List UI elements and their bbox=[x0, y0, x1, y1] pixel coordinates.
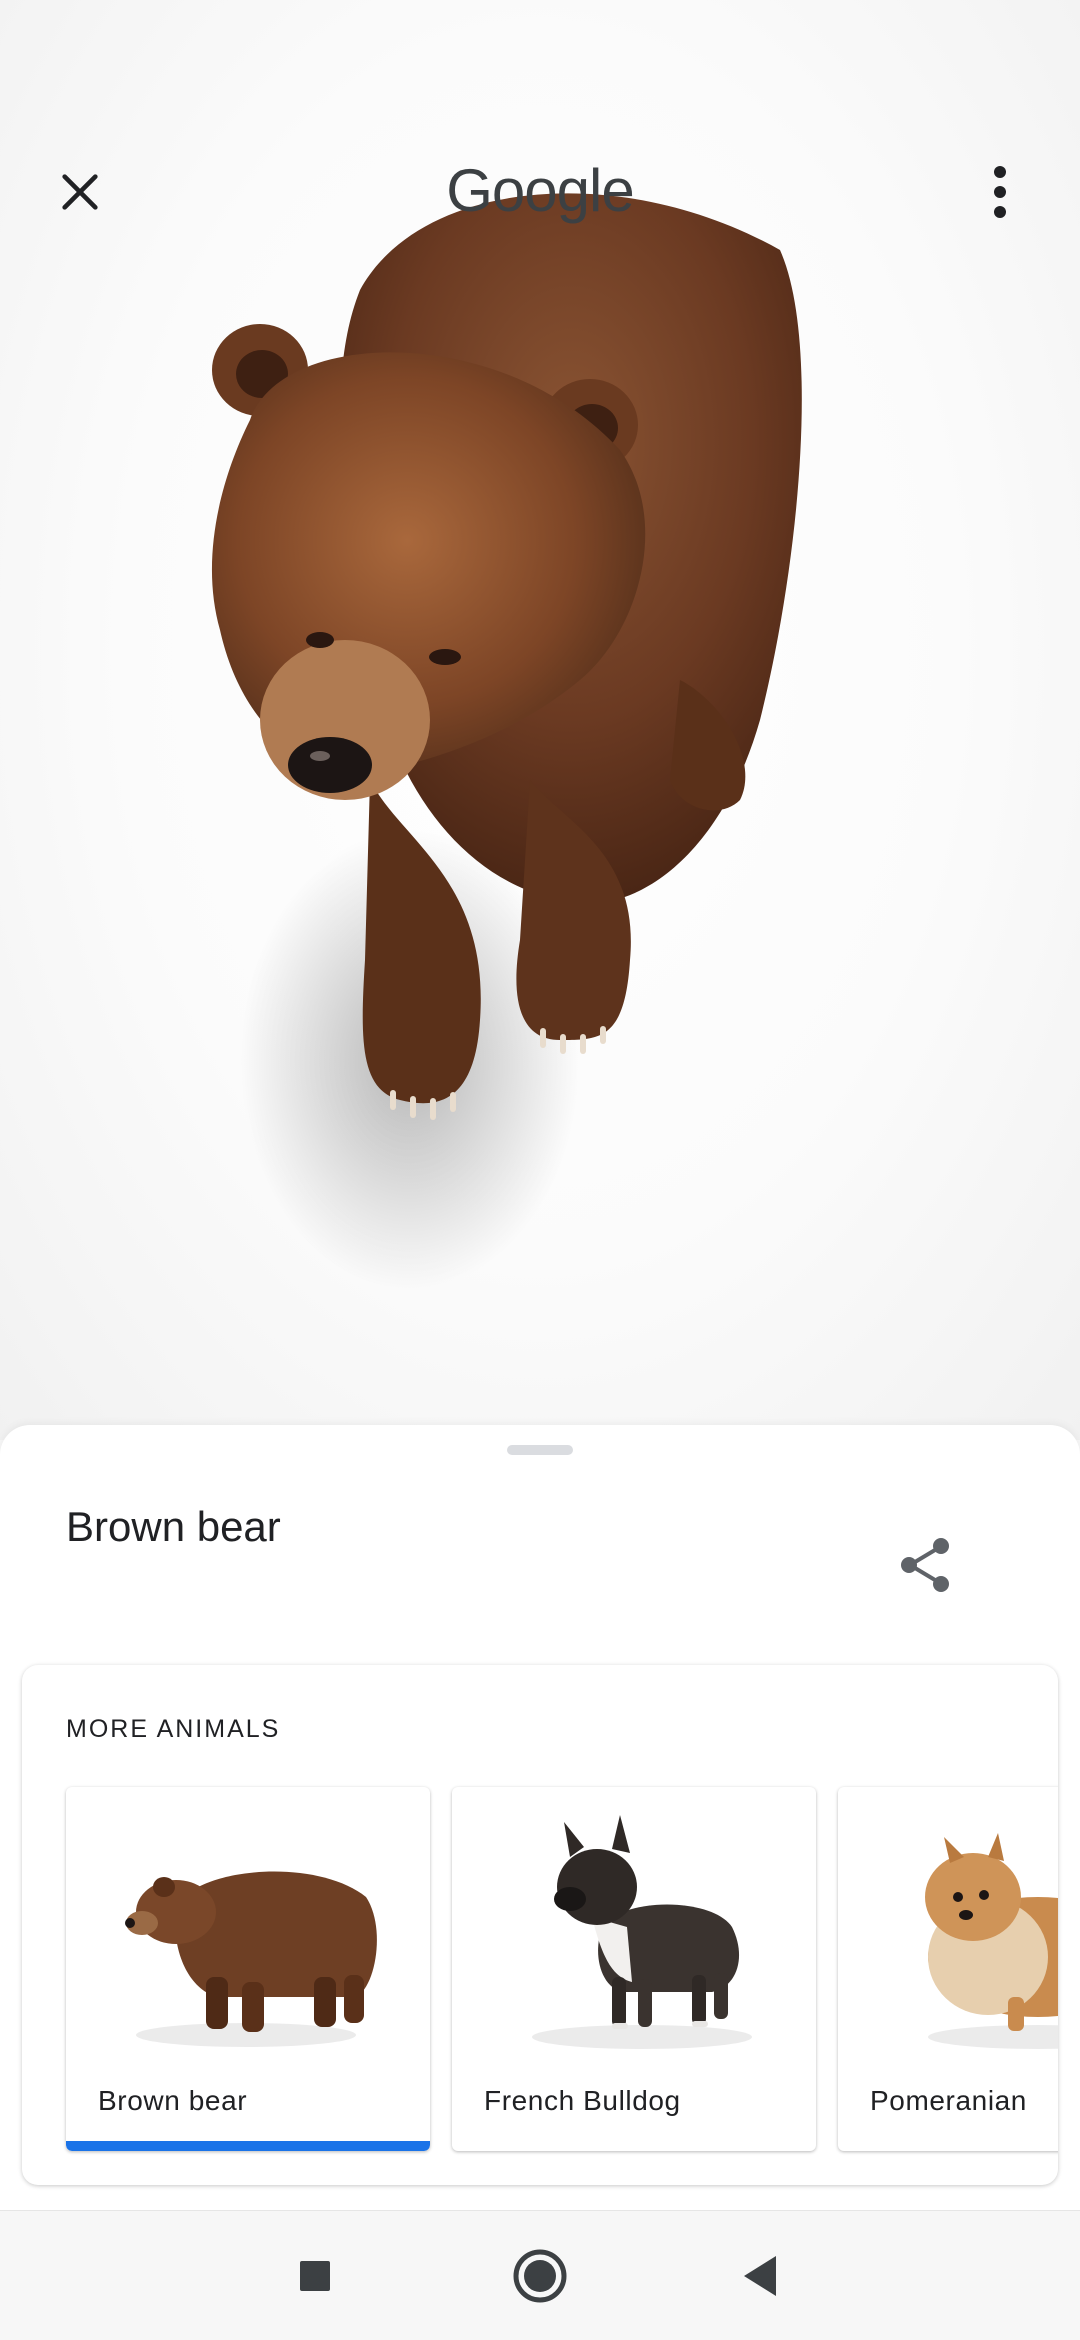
pomeranian-thumbnail bbox=[925, 1833, 1058, 2049]
more-animals-card: MORE ANIMALS Brown bear French Bulldog P… bbox=[22, 1665, 1058, 2185]
recents-square-icon bbox=[300, 2261, 330, 2291]
system-navigation-bar bbox=[0, 2210, 1080, 2340]
animals-carousel[interactable]: Brown bear French Bulldog Pomeranian bbox=[66, 1787, 1058, 2153]
brown-bear-3d-model[interactable] bbox=[200, 160, 840, 1290]
share-button[interactable] bbox=[886, 1525, 966, 1605]
recents-button[interactable] bbox=[270, 2231, 360, 2321]
home-button[interactable] bbox=[495, 2231, 585, 2321]
selected-indicator bbox=[66, 2141, 430, 2151]
more-options-button[interactable] bbox=[960, 152, 1040, 232]
more-vert-icon bbox=[994, 166, 1006, 218]
animal-card-brown-bear[interactable]: Brown bear bbox=[66, 1787, 430, 2151]
top-app-bar: Google bbox=[0, 130, 1080, 250]
drag-handle[interactable] bbox=[507, 1445, 573, 1455]
animal-card-french-bulldog[interactable]: French Bulldog bbox=[452, 1787, 816, 2151]
back-triangle-icon bbox=[744, 2256, 776, 2296]
animal-name: Brown bear bbox=[98, 2085, 248, 2116]
brown-bear-thumbnail bbox=[125, 1871, 377, 2047]
back-button[interactable] bbox=[715, 2231, 805, 2321]
bottom-sheet: Brown bear MORE ANIMALS Brown bear Frenc… bbox=[0, 1425, 1080, 2210]
screen: Google Brown bear MORE ANIMALS Brown bea… bbox=[0, 0, 1080, 2340]
google-logo: Google bbox=[446, 157, 634, 224]
home-circle-icon bbox=[513, 2249, 567, 2303]
animal-name: French Bulldog bbox=[484, 2085, 681, 2116]
animal-name: Pomeranian bbox=[870, 2085, 1027, 2116]
french-bulldog-thumbnail bbox=[532, 1815, 752, 2049]
animal-card-pomeranian[interactable]: Pomeranian bbox=[838, 1787, 1058, 2151]
share-icon bbox=[901, 1538, 949, 1592]
more-animals-heading: MORE ANIMALS bbox=[66, 1715, 281, 1743]
sheet-title: Brown bear bbox=[66, 1503, 281, 1550]
